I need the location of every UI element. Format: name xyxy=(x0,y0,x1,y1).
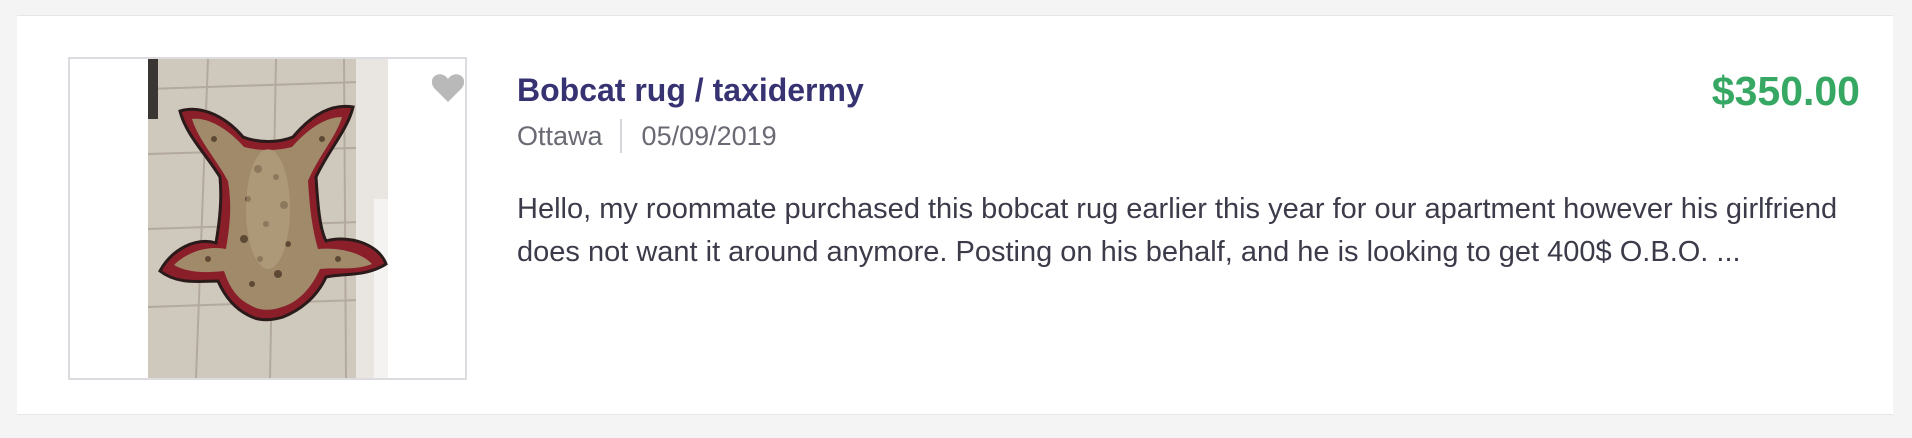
listing-date: 05/09/2019 xyxy=(641,120,777,151)
listing-description: Hello, my roommate purchased this bobcat… xyxy=(517,193,1838,268)
listing-location: Ottawa xyxy=(517,120,603,151)
bobcat-rug-photo xyxy=(148,59,388,378)
meta-divider xyxy=(619,119,622,153)
listing-meta: Ottawa 05/09/2019 xyxy=(517,118,777,154)
favorite-button[interactable] xyxy=(430,70,466,106)
listing-price: $350.00 xyxy=(1711,68,1860,114)
heart-icon xyxy=(431,74,465,102)
listing-card[interactable]: Bobcat rug / taxidermy $350.00 Ottawa 05… xyxy=(17,15,1893,415)
listing-title-link[interactable]: Bobcat rug / taxidermy xyxy=(517,72,864,109)
listing-thumbnail[interactable] xyxy=(68,57,467,380)
